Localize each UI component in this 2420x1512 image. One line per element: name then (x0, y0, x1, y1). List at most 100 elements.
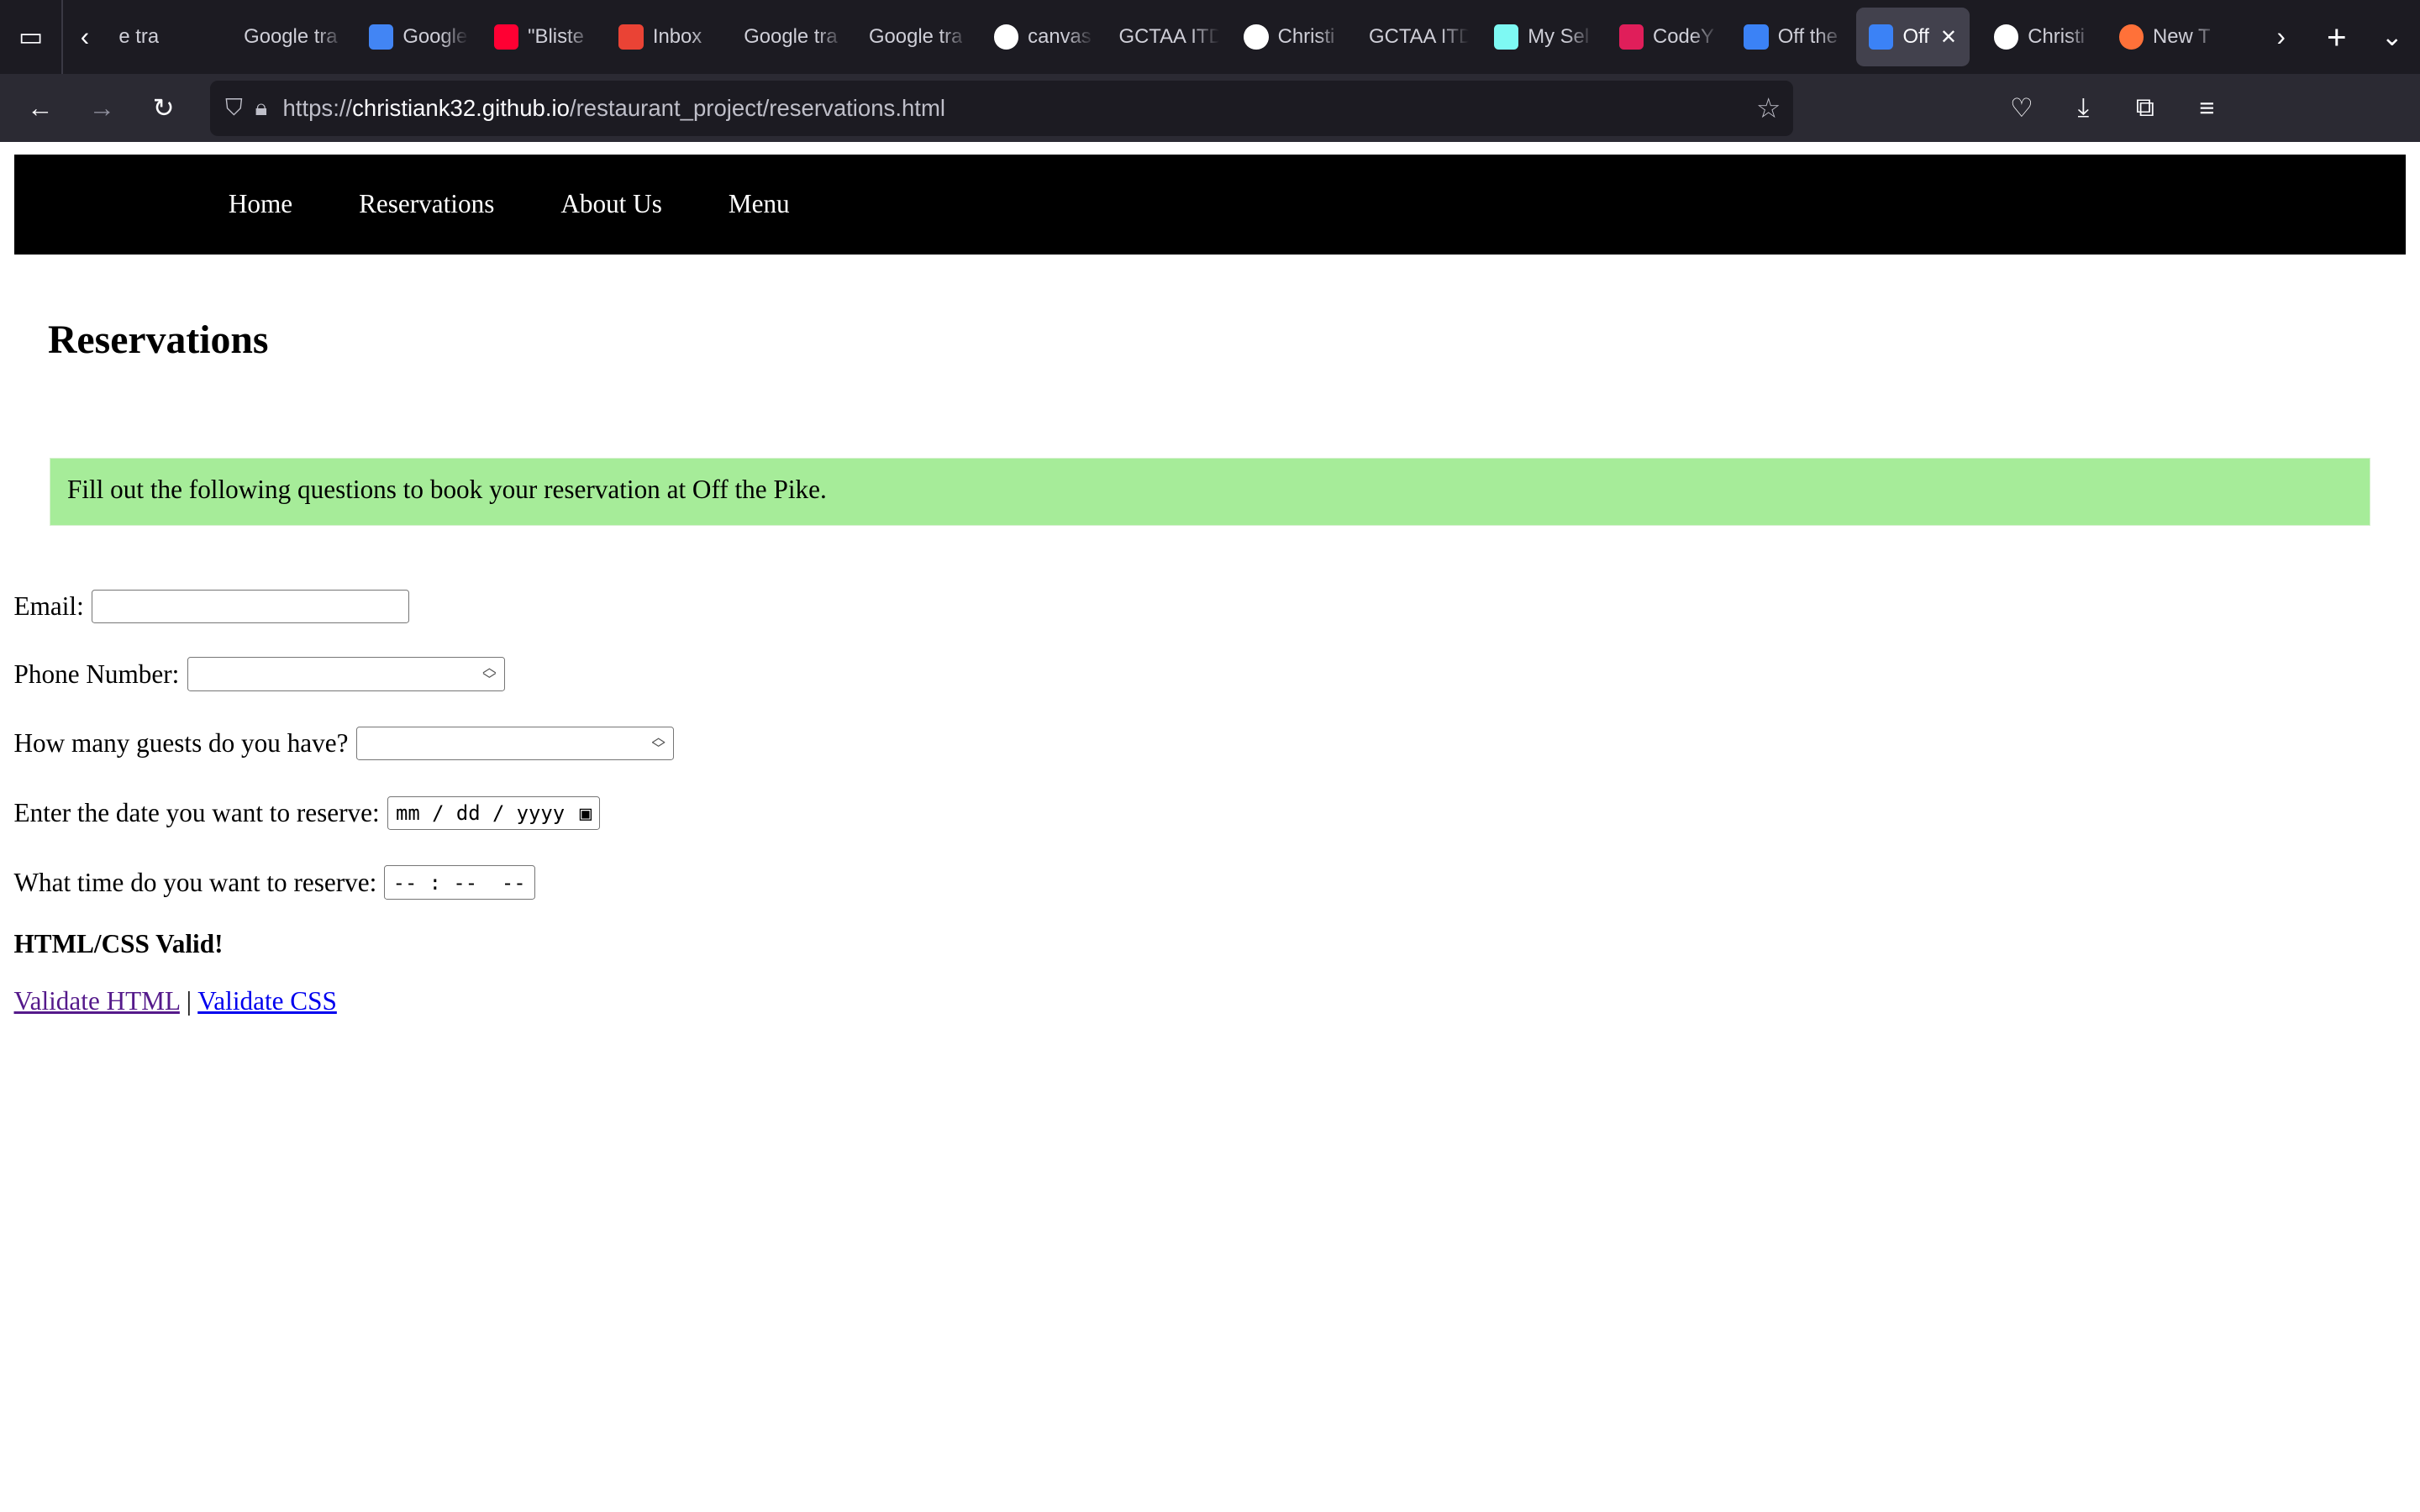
pixel-art-icon (1493, 24, 1519, 50)
new-tab-icon[interactable]: + (2309, 6, 2365, 67)
time-label: What time do you want to reserve: (13, 867, 377, 897)
tab[interactable]: Christi (1981, 8, 2094, 66)
nav-reservations[interactable]: Reservations (359, 189, 494, 219)
tab-label: GCTAA ITD (1369, 25, 1474, 49)
tab[interactable]: GCTAA ITD (1107, 8, 1223, 66)
tab[interactable]: Off ✕ (1856, 8, 1970, 66)
tab-strip: e tra Google tra Google "Bliste Inbox Google … (107, 8, 2241, 66)
firefox-icon (2118, 24, 2144, 50)
reload-icon[interactable]: ↻ (133, 77, 194, 139)
validate-css-link[interactable]: Validate CSS (197, 986, 337, 1016)
phone-row: Phone Number: ︿ ﹀ (13, 657, 505, 691)
lock-icon[interactable]: 🔒︎ (255, 94, 267, 122)
tab-label: Christi (2028, 25, 2085, 49)
tab[interactable]: e tra (107, 8, 219, 66)
google-translate-icon (368, 24, 394, 50)
tab-label: My Sel (1528, 25, 1590, 49)
tab-label: canvas (1028, 25, 1092, 49)
url-text: https://christiank32.github.io/restauran… (282, 95, 945, 122)
nav-menu[interactable]: Menu (729, 189, 790, 219)
tab-label: Google tra (868, 25, 963, 49)
nav-about-us[interactable]: About Us (560, 189, 662, 219)
phone-field[interactable]: ︿ ﹀ (187, 657, 505, 691)
tab[interactable]: GCTAA ITD (1356, 8, 1473, 66)
time-field[interactable]: -- : -- -- (384, 865, 536, 900)
tab-label: Google tra (244, 25, 338, 49)
tab-label: CodeY (1652, 25, 1714, 49)
url-bar[interactable]: ⛉ 🔒︎ https://christiank32.github.io/rest… (209, 80, 1794, 136)
tab[interactable]: New T (2107, 8, 2219, 66)
guests-row: How many guests do you have? ︿ ﹀ (13, 727, 675, 761)
url-scheme: https:// (282, 94, 353, 121)
validation-links: Validate HTML | Validate CSS (14, 986, 337, 1016)
url-host: christiank32.github.io (352, 94, 570, 121)
scroll-tabs-left-icon[interactable]: ‹ (63, 6, 106, 67)
time-placeholder: -- : -- -- (392, 870, 526, 895)
tab[interactable]: Inbox (607, 8, 719, 66)
github-icon (1993, 24, 2019, 50)
email-field[interactable] (91, 589, 410, 624)
date-label: Enter the date you want to reserve: (13, 797, 380, 827)
slack-icon (1618, 24, 1644, 50)
tab[interactable]: Google tra (856, 8, 969, 66)
tab-label: Inbox (652, 25, 702, 49)
tab-label: GCTAA ITD (1118, 25, 1223, 49)
date-placeholder: mm / dd / yyyy (396, 801, 566, 825)
site-nav: Home Reservations About Us Menu (13, 154, 2407, 255)
tab-label: e tra (118, 25, 160, 49)
date-row: Enter the date you want to reserve: mm /… (13, 795, 601, 831)
tab-label: Christi (1277, 25, 1335, 49)
navigation-toolbar: ← → ↻ ⛉ 🔒︎ https://christiank32.github.i… (0, 74, 2420, 142)
valid-heading: HTML/CSS Valid! (13, 928, 224, 958)
scroll-tabs-right-icon[interactable]: › (2254, 6, 2309, 67)
menu-icon[interactable]: ≡ (2176, 77, 2238, 139)
stepper-icon[interactable]: ︿ ﹀ (482, 660, 497, 686)
tab[interactable]: Google tra (732, 8, 844, 66)
bookmark-star-icon[interactable]: ☆ (1756, 92, 1781, 125)
tab[interactable]: "Bliste (481, 8, 594, 66)
calendar-icon[interactable]: ▣ (580, 801, 592, 825)
tab[interactable]: CodeY (1607, 8, 1719, 66)
gmail-icon (618, 24, 644, 50)
back-icon[interactable]: ← (9, 77, 71, 139)
guests-label: How many guests do you have? (13, 728, 349, 759)
tab-label: "Bliste (528, 25, 584, 49)
nav-home[interactable]: Home (229, 189, 292, 219)
link-separator: | (186, 985, 192, 1016)
phone-label: Phone Number: (13, 659, 180, 689)
google-icon (993, 24, 1019, 50)
tab-bar: ▭ ‹ e tra Google tra Google "Bliste Inbox Goo… (0, 0, 2420, 75)
tab-label: Google tra (744, 25, 838, 49)
tab-label: Off the (1777, 25, 1838, 49)
date-field[interactable]: mm / dd / yyyy ▣ (387, 795, 601, 831)
tab[interactable]: Google (356, 8, 469, 66)
firefox-view-icon[interactable]: ▭ (0, 6, 61, 67)
tab-label: Off (1902, 25, 1929, 49)
tab-label: Google (402, 25, 468, 49)
tab[interactable]: Christi (1232, 8, 1344, 66)
tab[interactable]: My Sel (1481, 8, 1594, 66)
shield-icon[interactable]: ⛉ (225, 94, 243, 122)
email-label: Email: (13, 591, 84, 621)
pocket-icon[interactable]: ♡ (1991, 77, 2052, 139)
validate-html-link[interactable]: Validate HTML (14, 986, 180, 1016)
youtube-icon (493, 24, 519, 50)
tab[interactable]: Google tra (231, 8, 344, 66)
downloads-icon[interactable]: ⤓ (2053, 77, 2114, 139)
url-path: /restaurant_project/reservations.html (569, 94, 946, 121)
github-icon (1244, 24, 1269, 50)
page-title: Reservations (47, 317, 269, 362)
close-tab-icon[interactable]: ✕ (1940, 25, 1957, 50)
email-row: Email: (13, 589, 410, 624)
tab[interactable]: canvas (981, 8, 1094, 66)
list-all-tabs-icon[interactable]: ⌄ (2365, 6, 2420, 67)
tab[interactable]: Off the (1732, 8, 1844, 66)
guests-field[interactable]: ︿ ﹀ (355, 727, 675, 761)
tab-label: New T (2153, 25, 2211, 49)
extensions-icon[interactable]: ⧉ (2114, 77, 2175, 139)
notice-banner: Fill out the following questions to book… (49, 458, 2371, 527)
ck-logo-icon (1744, 24, 1769, 50)
forward-icon[interactable]: → (71, 77, 132, 139)
ck-logo-icon (1869, 24, 1894, 50)
stepper-icon[interactable]: ︿ ﹀ (651, 730, 666, 756)
